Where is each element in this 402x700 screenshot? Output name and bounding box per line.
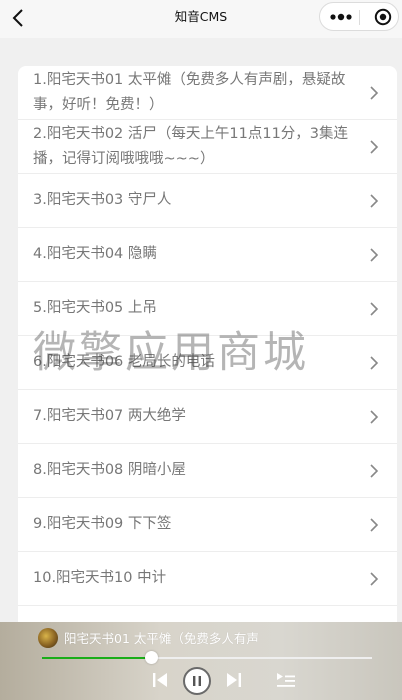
list-item[interactable]: 5.阳宅天书05 上吊 — [18, 282, 397, 336]
mini-program-capsule — [319, 2, 399, 31]
chevron-right-icon — [370, 571, 379, 586]
next-icon[interactable] — [226, 671, 242, 689]
list-item[interactable]: 10.阳宅天书10 中计 — [18, 552, 397, 606]
chevron-right-icon — [370, 409, 379, 424]
more-icon[interactable] — [330, 12, 352, 22]
episode-title: 5.阳宅天书05 上吊 — [33, 300, 157, 316]
episode-title: 1.阳宅天书01 太平傩（免费多人有声剧，悬疑故事，好听！免费！） — [33, 71, 346, 113]
list-item[interactable]: 3.阳宅天书03 守尸人 — [18, 174, 397, 228]
episode-title: 8.阳宅天书08 阴暗小屋 — [33, 462, 186, 478]
pause-icon — [193, 676, 201, 686]
episode-title: 4.阳宅天书04 隐瞒 — [33, 246, 157, 262]
list-item[interactable]: 8.阳宅天书08 阴暗小屋 — [18, 444, 397, 498]
progress-knob[interactable] — [144, 651, 158, 664]
episode-title: 9.阳宅天书09 下下签 — [33, 516, 172, 532]
list-item[interactable]: 2.阳宅天书02 活尸（每天上午11点11分，3集连播，记得订阅哦哦哦~~~） — [18, 120, 397, 174]
album-cover[interactable] — [38, 628, 58, 648]
previous-icon[interactable] — [152, 671, 168, 689]
chevron-right-icon — [370, 517, 379, 532]
capsule-divider — [359, 10, 360, 25]
chevron-right-icon — [370, 85, 379, 100]
pause-button[interactable] — [183, 667, 211, 695]
episode-title: 10.阳宅天书10 中计 — [33, 570, 167, 586]
chevron-right-icon — [370, 139, 379, 154]
now-playing-title: 阳宅天书01 太平傩（免费多人有声 — [64, 631, 259, 646]
close-target-icon[interactable] — [374, 8, 392, 26]
progress-track[interactable] — [42, 651, 372, 664]
chevron-right-icon — [370, 463, 379, 478]
episode-title: 6.阳宅天书06 老局长的电话 — [33, 354, 215, 370]
chevron-right-icon — [370, 247, 379, 262]
list-item[interactable]: 1.阳宅天书01 太平傩（免费多人有声剧，悬疑故事，好听！免费！） — [18, 66, 397, 120]
episode-title: 2.阳宅天书02 活尸（每天上午11点11分，3集连播，记得订阅哦哦哦~~~） — [33, 125, 349, 167]
list-item[interactable]: 7.阳宅天书07 两大绝学 — [18, 390, 397, 444]
episode-title: 7.阳宅天书07 两大绝学 — [33, 408, 186, 424]
list-item[interactable]: 6.阳宅天书06 老局长的电话 — [18, 336, 397, 390]
list-item[interactable]: 4.阳宅天书04 隐瞒 — [18, 228, 397, 282]
episode-title: 3.阳宅天书03 守尸人 — [33, 192, 172, 208]
episode-list: 1.阳宅天书01 太平傩（免费多人有声剧，悬疑故事，好听！免费！） 2.阳宅天书… — [18, 66, 397, 646]
chevron-right-icon — [370, 301, 379, 316]
chevron-right-icon — [370, 355, 379, 370]
playlist-icon[interactable] — [276, 670, 296, 690]
chevron-right-icon — [370, 193, 379, 208]
progress-fill — [42, 657, 151, 659]
list-item[interactable]: 9.阳宅天书09 下下签 — [18, 498, 397, 552]
audio-player: 阳宅天书01 太平傩（免费多人有声 — [0, 622, 402, 700]
navigation-bar: 知音CMS — [0, 0, 402, 38]
